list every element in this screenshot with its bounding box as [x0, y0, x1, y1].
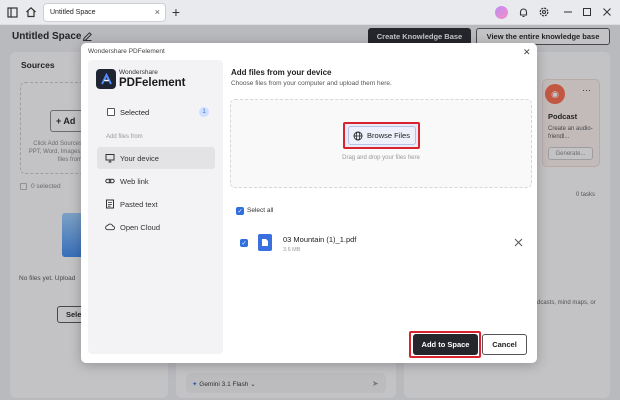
browse-files-button[interactable]: Browse Files [347, 126, 416, 145]
dialog-window-title: Wondershare PDFelement [88, 48, 165, 55]
text-icon [105, 199, 115, 209]
select-all-checkbox[interactable]: ✓ [236, 207, 244, 215]
file-checkbox[interactable]: ✓ [240, 239, 248, 247]
cancel-button[interactable]: Cancel [482, 334, 527, 355]
avatar[interactable] [495, 6, 508, 19]
new-tab-icon[interactable]: + [169, 4, 183, 20]
nav-pasted-text-label: Pasted text [120, 199, 158, 209]
dialog-subheading: Choose files from your computer and uplo… [231, 80, 392, 87]
file-size: 3.6 MB [283, 247, 301, 253]
select-all-label: Select all [247, 207, 274, 214]
browse-files-highlight: Browse Files [343, 122, 420, 149]
globe-icon [353, 131, 363, 141]
add-from-label: Add files from [106, 134, 143, 140]
gear-icon[interactable] [537, 5, 551, 19]
selected-checkbox[interactable] [107, 108, 115, 116]
window-menu-icon[interactable] [5, 5, 19, 19]
pdf-file-icon [258, 234, 272, 251]
link-icon [105, 176, 115, 186]
add-to-space-button[interactable]: Add to Space [413, 334, 478, 355]
nav-web-link-label: Web link [120, 176, 149, 186]
nav-your-device-label: Your device [120, 153, 159, 163]
pdfelement-logo-icon [96, 69, 116, 89]
minimize-icon[interactable] [561, 5, 575, 19]
nav-web-link[interactable]: Web link [97, 170, 215, 192]
nav-your-device[interactable]: Your device [97, 147, 215, 169]
nav-pasted-text[interactable]: Pasted text [97, 193, 215, 215]
tab-label: Untitled Space [50, 9, 96, 16]
maximize-icon[interactable] [580, 5, 594, 19]
tab-untitled-space[interactable]: Untitled Space × [43, 3, 166, 22]
cloud-icon [105, 222, 115, 232]
monitor-icon [105, 153, 115, 163]
selected-label: Selected [120, 108, 150, 117]
drag-drop-hint: Drag and drop your files here [342, 155, 420, 161]
home-icon[interactable] [24, 5, 38, 19]
remove-file-icon[interactable] [514, 238, 523, 249]
bell-icon[interactable] [516, 5, 530, 19]
brand-name: PDFelement [119, 77, 186, 89]
selected-count-badge: 1 [199, 107, 209, 117]
tab-close-icon[interactable]: × [155, 7, 160, 17]
close-icon[interactable] [600, 5, 614, 19]
nav-open-cloud[interactable]: Open Cloud [97, 216, 215, 238]
dialog-close-icon[interactable]: ✕ [523, 47, 531, 58]
brand-top: Wondershare [119, 69, 158, 76]
file-name: 03 Mountain (1)_1.pdf [283, 235, 357, 244]
nav-open-cloud-label: Open Cloud [120, 222, 161, 232]
dialog-heading: Add files from your device [231, 68, 332, 77]
browse-files-label: Browse Files [367, 131, 410, 140]
